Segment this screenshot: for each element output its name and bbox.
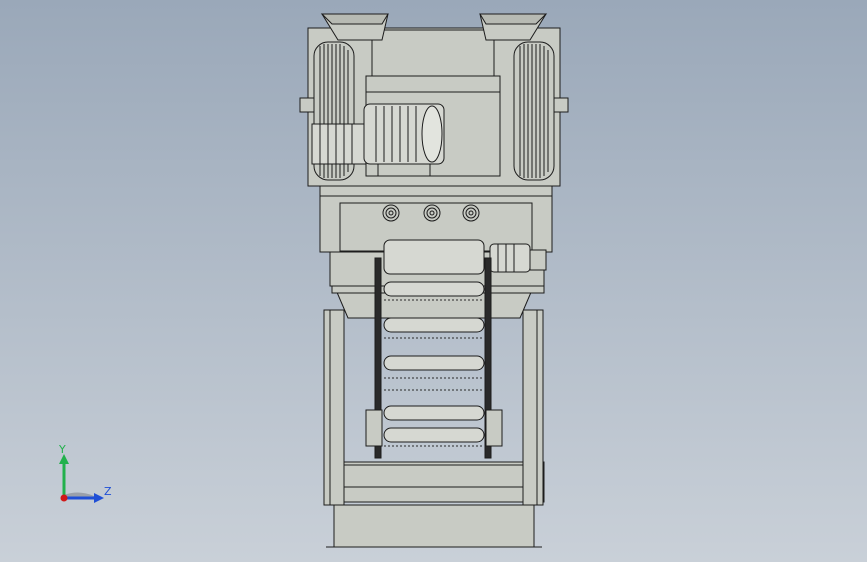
roller-conveyor xyxy=(365,239,503,459)
y-axis-label: Y xyxy=(58,443,66,456)
crusher-assembly-model[interactable] xyxy=(0,0,867,562)
bottom-frame xyxy=(325,461,545,503)
z-axis-arrow-head xyxy=(94,493,104,503)
graphics-viewport[interactable]: Y Z xyxy=(0,0,867,562)
x-axis-dot xyxy=(60,494,68,502)
view-orientation-triad[interactable]: Y Z xyxy=(50,440,120,510)
base-foot xyxy=(326,504,542,548)
z-axis-label: Z xyxy=(104,485,112,498)
